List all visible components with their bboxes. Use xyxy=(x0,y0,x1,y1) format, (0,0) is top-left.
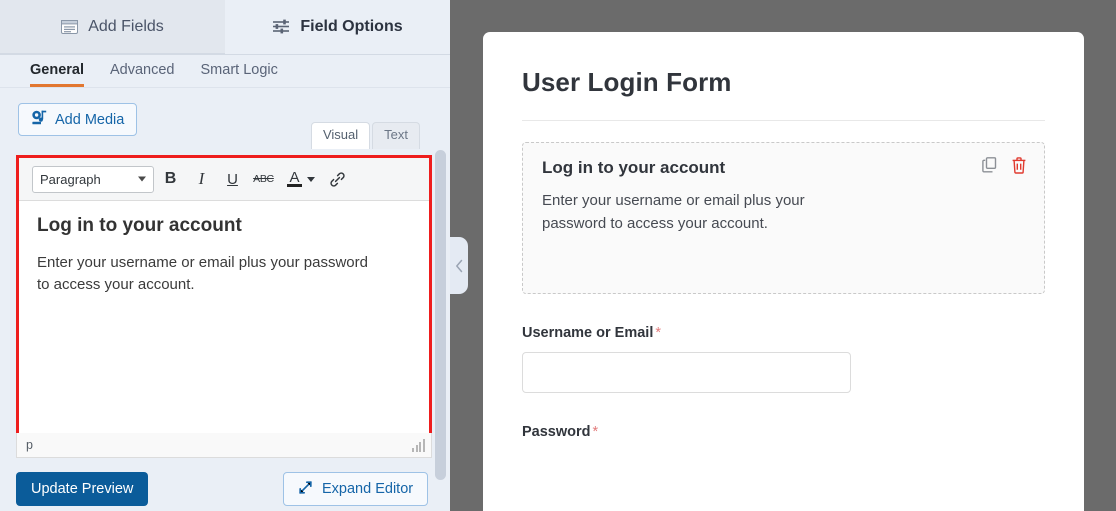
form-preview-card: User Login Form Log in to your account E… xyxy=(483,32,1084,511)
text-color-chevron-down-icon[interactable] xyxy=(307,176,315,182)
text-color-swatch xyxy=(287,184,302,187)
media-icon xyxy=(31,110,48,129)
chevron-down-icon xyxy=(138,176,146,182)
tab-visual-editor[interactable]: Visual xyxy=(310,122,371,149)
subtab-smart-logic[interactable]: Smart Logic xyxy=(201,62,278,88)
editor-status-bar: p xyxy=(16,433,432,458)
italic-button[interactable]: I xyxy=(187,165,216,194)
trash-icon[interactable] xyxy=(1011,157,1027,174)
editor-heading-text: Log in to your account xyxy=(37,215,242,236)
editor-content-area[interactable]: Log in to your account Enter your userna… xyxy=(19,201,429,443)
form-title: User Login Form xyxy=(522,67,732,97)
copy-icon[interactable] xyxy=(982,157,999,174)
tab-field-options[interactable]: Field Options xyxy=(225,0,450,54)
editor-toolbar: Paragraph B I U ABC A xyxy=(19,158,429,201)
block-actions xyxy=(982,157,1027,174)
update-preview-label: Update Preview xyxy=(31,481,134,497)
subtab-general[interactable]: General xyxy=(30,62,84,87)
text-color-letter: A xyxy=(289,169,300,186)
field-options-panel: Add Fields Field Options General Advance… xyxy=(0,0,450,511)
chevron-left-icon xyxy=(455,259,462,272)
expand-editor-label: Expand Editor xyxy=(322,481,414,497)
add-media-button[interactable]: Add Media xyxy=(18,103,138,136)
form-preview-area: User Login Form Log in to your account E… xyxy=(450,0,1116,511)
form-fields-icon xyxy=(61,19,79,34)
field-label-password: Password * xyxy=(522,424,1045,440)
username-or-email-input[interactable] xyxy=(522,352,851,393)
html-block-heading: Log in to your account xyxy=(542,158,726,177)
tab-text-editor[interactable]: Text xyxy=(372,122,420,149)
format-select-value: Paragraph xyxy=(40,171,101,187)
format-select[interactable]: Paragraph xyxy=(32,165,154,193)
editor-mode-tabs: Visual Text xyxy=(310,122,420,149)
field-label-username-text: Username or Email xyxy=(522,325,654,341)
panel-tab-bar: Add Fields Field Options xyxy=(0,0,450,55)
panel-scrollbar[interactable] xyxy=(435,0,446,511)
underline-button[interactable]: U xyxy=(218,165,247,194)
html-field-block[interactable]: Log in to your account Enter your userna… xyxy=(522,142,1045,294)
panel-scrollbar-thumb[interactable] xyxy=(435,150,446,480)
expand-arrows-icon xyxy=(298,480,313,499)
tab-add-fields-label: Add Fields xyxy=(88,17,164,35)
field-label-username: Username or Email * xyxy=(522,325,1045,341)
subtab-advanced[interactable]: Advanced xyxy=(110,62,175,88)
field-label-password-text: Password xyxy=(522,424,591,440)
text-color-button[interactable]: A xyxy=(280,165,309,194)
insert-link-button[interactable] xyxy=(323,165,352,194)
required-marker: * xyxy=(592,424,599,440)
tab-field-options-label: Field Options xyxy=(300,17,403,35)
editor-paragraph-text: Enter your username or email plus your p… xyxy=(37,253,368,294)
editor-highlight-region: Paragraph B I U ABC A Log in to your acc… xyxy=(16,155,432,447)
editor-resize-grip[interactable] xyxy=(412,438,425,452)
update-preview-button[interactable]: Update Preview xyxy=(16,472,149,506)
html-block-paragraph: Enter your username or email plus your p… xyxy=(542,192,805,232)
tab-add-fields[interactable]: Add Fields xyxy=(0,0,225,54)
add-media-row: Add Media xyxy=(18,103,138,136)
sliders-icon xyxy=(272,19,290,34)
required-marker: * xyxy=(655,325,662,341)
bold-button[interactable]: B xyxy=(156,165,185,194)
collapse-panel-handle[interactable] xyxy=(450,237,468,294)
expand-editor-button[interactable]: Expand Editor xyxy=(283,472,429,506)
sub-tab-bar: General Advanced Smart Logic xyxy=(0,55,450,88)
title-divider xyxy=(522,120,1045,121)
editor-path-indicator: p xyxy=(26,438,33,452)
strikethrough-button[interactable]: ABC xyxy=(249,165,278,194)
link-icon xyxy=(330,171,345,187)
add-media-label: Add Media xyxy=(55,111,125,128)
